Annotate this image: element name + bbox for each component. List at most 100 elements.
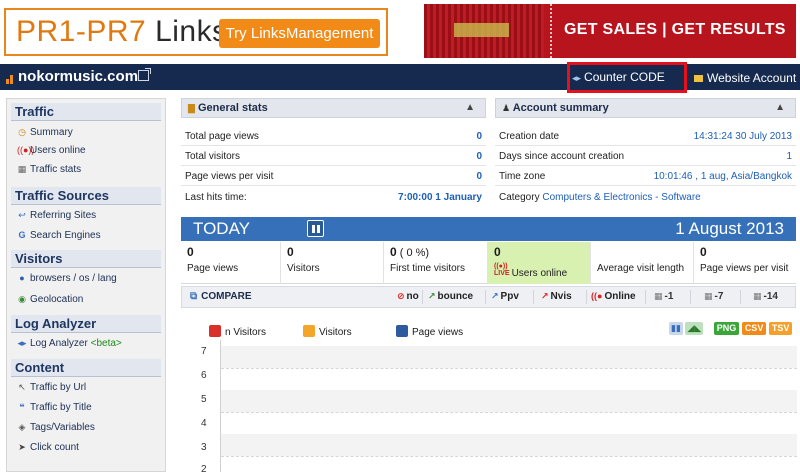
bounce-icon: ↗ [428, 291, 436, 301]
top-banner: PR1-PR7 Links Try LinksManagement GET SA… [0, 0, 800, 62]
legend-item-n-visitors[interactable]: n Visitors [209, 325, 266, 338]
stat-row-page-views-per-visit: Page views per visit 0 [181, 168, 486, 186]
account-row-creation-date: Creation date 14:31:24 30 July 2013 [495, 128, 796, 146]
sidebar-section-traffic[interactable]: Traffic [11, 103, 161, 121]
category-link[interactable]: Computers & Electronics - Software [542, 192, 700, 203]
account-summary-header[interactable]: ♟ Account summary ▲ [495, 98, 796, 118]
pause-button[interactable] [307, 220, 324, 237]
calendar-icon: ▦ [704, 291, 713, 301]
sidebar-item-traffic-by-title[interactable]: ❝ Traffic by Title [17, 400, 91, 414]
legend-swatch [303, 325, 315, 337]
sidebar-item-traffic-by-url[interactable]: ↖ Traffic by Url [17, 380, 86, 394]
ad-stripe-graphic [424, 4, 544, 58]
ad-banner-links-management[interactable]: PR1-PR7 Links Try LinksManagement [4, 8, 388, 56]
legend-item-page-views[interactable]: Page views [396, 325, 463, 338]
sidebar-section-content[interactable]: Content [11, 359, 161, 377]
stat-row-total-page-views: Total page views 0 [181, 128, 486, 146]
account-row-category: Category Computers & Electronics - Softw… [499, 192, 701, 203]
nvis-icon: ↗ [541, 291, 549, 301]
sidebar-item-summary[interactable]: ◷ Summary [17, 125, 73, 139]
today-stat-visitors: 0 Visitors [281, 242, 384, 284]
today-stats: 0 Page views 0 Visitors 0 ( 0 %) First t… [181, 242, 796, 284]
clock-icon: ◷ [18, 127, 26, 137]
y-tick: 3 [201, 442, 207, 453]
ppv-icon: ↗ [491, 291, 499, 301]
y-tick: 6 [201, 370, 207, 381]
stat-row-total-visitors: Total visitors 0 [181, 148, 486, 166]
beta-badge: <beta> [90, 338, 122, 349]
sidebar-item-referring-sites[interactable]: ↩ Referring Sites [17, 208, 96, 222]
user-icon: ♟ [502, 103, 511, 113]
stats-bars-icon [6, 72, 14, 84]
chevron-up-icon[interactable]: ▲ [465, 99, 475, 117]
today-stat-first-time-visitors: 0 ( 0 %) First time visitors [384, 242, 488, 284]
ad-banner-sales[interactable]: GET SALES | GET RESULTS [424, 4, 796, 58]
today-stat-page-views-per-visit: 0 Page views per visit [700, 245, 789, 274]
globe-icon: ◉ [18, 294, 26, 304]
no-icon: ⊘ [397, 291, 405, 301]
counter-code-button[interactable]: ◂▸ Counter CODE [572, 67, 679, 87]
ad-sales-text: GET SALES | GET RESULTS [564, 21, 786, 38]
sidebar-section-traffic-sources[interactable]: Traffic Sources [11, 187, 161, 205]
arrow-icon: ↩ [18, 210, 26, 220]
live-icon: ((●)) LIVE [494, 263, 510, 277]
general-stats-header[interactable]: ▇ General stats ▲ [181, 98, 486, 118]
sidebar-item-traffic-stats[interactable]: ▦ Traffic stats [17, 162, 81, 176]
ad-try-button[interactable]: Try LinksManagement [219, 19, 380, 48]
sidebar-item-users-online[interactable]: ((●))Users online [17, 143, 86, 157]
today-stat-users-online[interactable]: 0 ((●)) LIVE Users online [488, 242, 591, 284]
sidebar-section-log-analyzer[interactable]: Log Analyzer [11, 315, 161, 333]
compare-icon: ⧉ [190, 291, 198, 302]
compare-option-bounce[interactable]: ↗ bounce [428, 291, 473, 302]
chart-plot-area [220, 340, 797, 472]
export-png-button[interactable]: PNG [713, 322, 740, 335]
compare-option-minus-1[interactable]: ▦ -1 [654, 291, 673, 302]
legend-swatch [209, 325, 221, 337]
code-icon: ◂▸ [572, 73, 582, 83]
sidebar: Traffic ◷ Summary ((●))Users online ▦ Traf… [6, 98, 166, 472]
google-icon: G [18, 230, 26, 240]
table-icon: ▦ [17, 164, 27, 174]
sidebar-item-tags-variables[interactable]: ◈ Tags/Variables [17, 420, 95, 434]
live-icon: ((●)) [17, 145, 35, 155]
chevron-up-icon[interactable]: ▲ [775, 99, 785, 117]
info-icon: ● [19, 273, 25, 283]
calendar-icon: ▦ [654, 291, 663, 301]
compare-option-nvis[interactable]: ↗ Nvis [541, 291, 572, 302]
legend-item-visitors[interactable]: Visitors [303, 325, 352, 338]
link-icon: ↖ [18, 382, 26, 392]
sidebar-section-visitors[interactable]: Visitors [11, 250, 161, 268]
ad-title: PR1-PR7 Links [16, 15, 228, 48]
sidebar-item-search-engines[interactable]: G Search Engines [17, 228, 100, 242]
site-name[interactable]: nokormusic.com [18, 68, 138, 85]
today-stat-page-views: 0 Page views [181, 242, 281, 284]
stat-row-last-hits-time: Last hits time: 7:00:00 1 January [185, 192, 482, 203]
external-link-icon[interactable] [138, 68, 151, 81]
tag-icon: ◈ [18, 422, 26, 432]
traffic-chart: n Visitors Visitors Page views ▮▮ ◢◣ PNG… [181, 310, 797, 472]
bar-chart-icon[interactable]: ▮▮ [669, 322, 683, 335]
y-tick: 2 [201, 464, 207, 472]
account-row-time-zone: Time zone 10:01:46 , 1 aug, Asia/Bangkok [495, 168, 796, 186]
compare-option-minus-14[interactable]: ▦ -14 [753, 291, 778, 302]
y-tick: 5 [201, 394, 207, 405]
calendar-icon: ▦ [753, 291, 762, 301]
compare-option-minus-7[interactable]: ▦ -7 [704, 291, 723, 302]
today-bar: TODAY 1 August 2013 [181, 217, 796, 241]
sidebar-item-click-count[interactable]: ➤ Click count [17, 440, 79, 454]
compare-option-online[interactable]: ((● Online [591, 291, 636, 302]
area-chart-icon[interactable]: ◢◣ [685, 322, 704, 335]
sidebar-item-log-analyzer[interactable]: ◂▸ Log Analyzer <beta> [17, 336, 122, 350]
chart-tools: ▮▮ ◢◣ PNG CSV TSV [669, 322, 793, 335]
export-tsv-button[interactable]: TSV [768, 322, 793, 335]
export-csv-button[interactable]: CSV [741, 322, 767, 335]
sidebar-item-geolocation[interactable]: ◉ Geolocation [17, 292, 83, 306]
compare-option-ppv[interactable]: ↗ Ppv [491, 291, 519, 302]
legend-swatch [396, 325, 408, 337]
compare-option-no[interactable]: ⊘ no [397, 291, 419, 302]
code-icon: ◂▸ [17, 338, 27, 348]
folder-icon [694, 75, 703, 82]
live-icon: ((● [591, 291, 603, 301]
website-account-button[interactable]: Website Account [694, 68, 800, 88]
sidebar-item-browsers[interactable]: ● browsers / os / lang [17, 271, 116, 285]
